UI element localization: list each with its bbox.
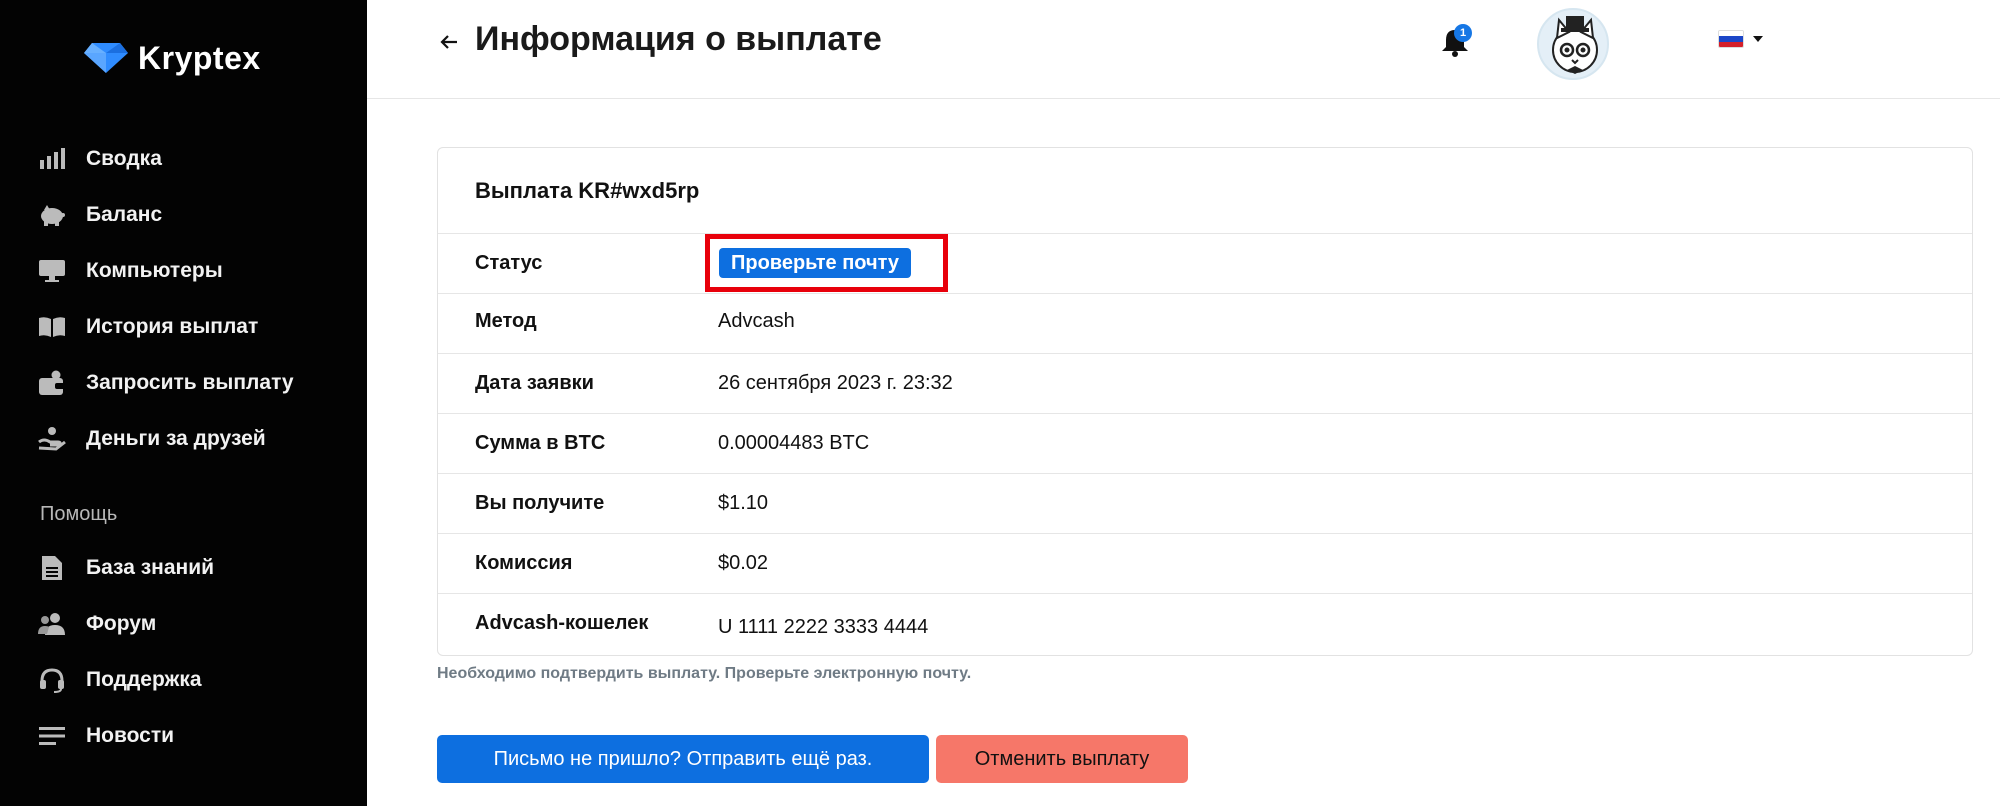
sidebar-item-label: Деньги за друзей <box>86 427 266 450</box>
sidebar-item-payout-history[interactable]: История выплат <box>38 307 258 347</box>
payout-title: Выплата KR#wxd5rp <box>475 178 700 203</box>
row-value: $1.10 <box>718 492 769 514</box>
table-row: Сумма в BTC 0.00004483 BTC <box>438 413 1972 473</box>
table-row: Вы получите $1.10 <box>438 473 1972 533</box>
cancel-payout-button[interactable]: Отменить выплату <box>936 735 1188 783</box>
sidebar-item-label: Сводка <box>86 147 162 170</box>
status-label: Статус <box>475 252 543 274</box>
table-row-status: Статус <box>438 233 1972 293</box>
sidebar-item-balance[interactable]: Баланс <box>38 195 162 235</box>
monitor-icon <box>38 257 66 285</box>
sidebar-item-label: Новости <box>86 724 175 747</box>
sidebar-item-label: История выплат <box>86 315 259 338</box>
sidebar-item-label: Баланс <box>86 203 163 226</box>
sidebar-item-label: Поддержка <box>86 668 202 691</box>
sidebar-item-label: Запросить выплату <box>86 371 294 394</box>
piggy-bank-icon <box>38 201 66 229</box>
sidebar-item-news[interactable]: Новости <box>38 716 174 756</box>
sidebar-item-referral[interactable]: Деньги за друзей <box>38 419 266 459</box>
row-label: Метод <box>475 310 537 332</box>
row-label: Вы получите <box>475 492 605 514</box>
hand-coin-icon <box>38 425 66 453</box>
confirmation-note: Необходимо подтвердить выплату. Проверьт… <box>437 665 972 682</box>
sidebar-item-label: База знаний <box>86 556 215 579</box>
headset-icon <box>38 666 66 694</box>
bar-chart-icon <box>38 145 66 173</box>
topbar: Информация о выплате <box>367 0 2000 99</box>
avatar[interactable] <box>1537 8 1609 80</box>
status-badge[interactable]: Проверьте почту <box>719 248 912 278</box>
row-label: Дата заявки <box>475 372 594 394</box>
chevron-down-icon <box>1752 30 1764 48</box>
diamond-logo-icon <box>84 43 128 73</box>
row-label: Сумма в BTC <box>475 432 606 454</box>
sidebar-item-knowledge-base[interactable]: База знаний <box>38 548 214 588</box>
wallet-icon <box>38 369 66 397</box>
row-value: $0.02 <box>718 552 769 574</box>
row-value: U 1111 2222 3333 4444 <box>718 616 929 638</box>
brand-logo[interactable]: Kryptex <box>84 36 261 80</box>
payout-details-card: Выплата KR#wxd5rp Статус Проверьте почту… <box>437 147 1973 656</box>
sidebar-item-request-payout[interactable]: Запросить выплату <box>38 363 294 403</box>
row-label: Advcash-кошелек <box>475 612 649 634</box>
row-value: 0.00004483 BTC <box>718 432 870 454</box>
sidebar-item-computers[interactable]: Компьютеры <box>38 251 223 291</box>
table-row: Дата заявки 26 сентября 2023 г. 23:32 <box>438 353 1972 413</box>
notification-count-badge: 1 <box>1454 24 1472 42</box>
brand-name: Kryptex <box>138 39 261 76</box>
sidebar: Kryptex Сводка Баланс Компьютеры История… <box>0 0 367 806</box>
back-arrow-icon[interactable] <box>435 27 463 57</box>
book-icon <box>38 313 66 341</box>
sidebar-item-label: Форум <box>86 612 157 635</box>
help-section-heading: Помощь <box>40 503 118 525</box>
row-value: 26 сентября 2023 г. 23:32 <box>718 372 953 394</box>
users-icon <box>38 610 66 638</box>
russia-flag-icon <box>1718 30 1744 48</box>
language-selector[interactable] <box>1718 30 1764 48</box>
row-value: Advcash <box>718 310 795 332</box>
table-row: Метод Advcash <box>438 293 1972 353</box>
page-title: Информация о выплате <box>475 20 882 58</box>
document-icon <box>38 554 66 582</box>
resend-email-button[interactable]: Письмо не пришло? Отправить ещё раз. <box>437 735 929 783</box>
table-row: Комиссия $0.02 <box>438 533 1972 593</box>
sidebar-item-support[interactable]: Поддержка <box>38 660 202 700</box>
sidebar-item-label: Компьютеры <box>86 259 223 282</box>
sidebar-item-summary[interactable]: Сводка <box>38 139 162 179</box>
lines-icon <box>38 722 66 750</box>
row-label: Комиссия <box>475 552 573 574</box>
table-row: Advcash-кошелек U 1111 2222 3333 4444 <box>438 593 1972 655</box>
sidebar-item-forum[interactable]: Форум <box>38 604 156 644</box>
